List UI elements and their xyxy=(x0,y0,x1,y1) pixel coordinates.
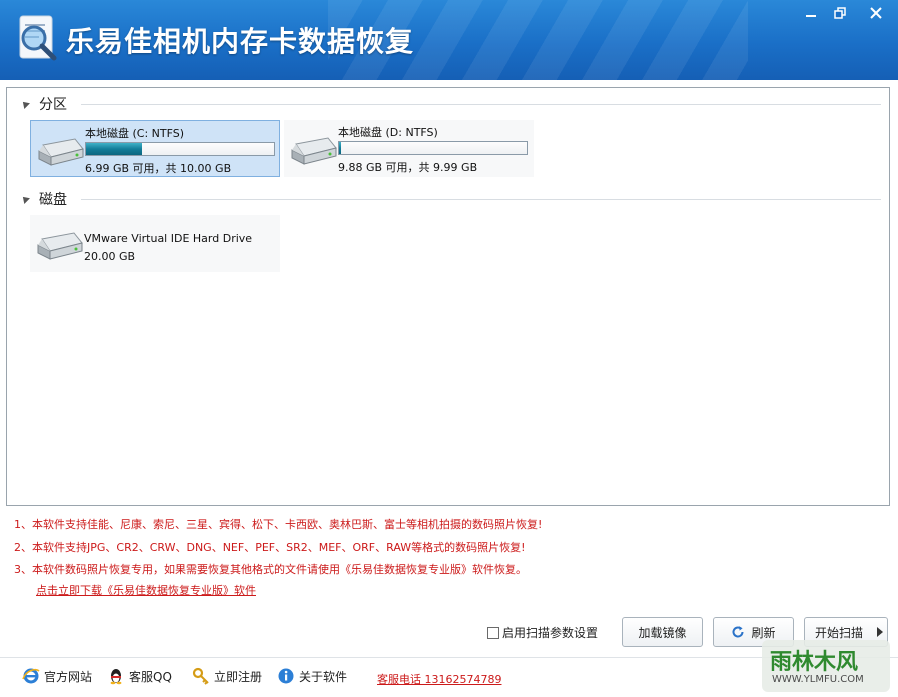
load-image-label: 加载镜像 xyxy=(638,625,687,640)
info-icon xyxy=(278,668,294,684)
customer-qq-label: 客服QQ xyxy=(129,669,172,684)
official-website-label: 官方网站 xyxy=(44,669,93,684)
about-software-label: 关于软件 xyxy=(299,669,348,684)
title-bar: 乐易佳相机内存卡数据恢复 xyxy=(0,0,898,80)
partition-usage-bar xyxy=(85,142,275,156)
watermark-url: WWW.YLMFU.COM xyxy=(772,674,864,685)
partition-card-c[interactable]: 本地磁盘 (C: NTFS) 6.99 GB 可用，共 10.00 GB xyxy=(30,120,280,177)
note-2: 2、本软件支持JPG、CR2、CRW、DNG、NEF、PEF、SR2、MEF、O… xyxy=(14,541,526,554)
partitions-header-label: 分区 xyxy=(39,97,67,113)
scan-settings-checkbox[interactable]: 启用扫描参数设置 xyxy=(487,624,598,641)
scan-settings-label: 启用扫描参数设置 xyxy=(502,626,599,640)
collapse-arrow-icon xyxy=(20,99,30,109)
refresh-label: 刷新 xyxy=(751,625,776,640)
start-scan-label: 开始扫描 xyxy=(815,625,864,640)
hard-drive-icon xyxy=(291,137,337,165)
group-divider xyxy=(81,199,881,200)
disk-name: VMware Virtual IDE Hard Drive xyxy=(84,232,253,245)
minimize-button[interactable] xyxy=(797,2,825,24)
hard-drive-icon xyxy=(38,138,84,166)
disk-card-vmware[interactable]: VMware Virtual IDE Hard Drive 20.00 GB xyxy=(30,215,280,272)
load-image-button[interactable]: 加载镜像 xyxy=(622,617,703,647)
download-pro-link[interactable]: 点击立即下载《乐易佳数据恢复专业版》软件 xyxy=(36,582,256,598)
partition-usage-bar xyxy=(338,141,528,155)
partition-card-d[interactable]: 本地磁盘 (D: NTFS) 9.88 GB 可用，共 9.99 GB xyxy=(284,120,534,177)
customer-qq-link[interactable]: 客服QQ xyxy=(107,667,172,685)
support-hotline[interactable]: 客服电话 13162574789 xyxy=(377,671,501,687)
minimize-icon xyxy=(806,15,816,17)
key-icon xyxy=(192,667,209,685)
partition-name: 本地磁盘 (C: NTFS) xyxy=(85,127,185,140)
partitions-group-header[interactable]: 分区 xyxy=(20,94,67,114)
disks-group-header[interactable]: 磁盘 xyxy=(20,189,67,209)
checkbox-icon[interactable] xyxy=(487,626,499,639)
usage-fill xyxy=(86,143,143,155)
about-software-link[interactable]: 关于软件 xyxy=(277,667,347,685)
partition-capacity: 9.88 GB 可用，共 9.99 GB xyxy=(338,161,478,174)
note-1: 1、本软件支持佳能、尼康、索尼、三星、宾得、松下、卡西欧、奥林巴斯、富士等相机拍… xyxy=(14,518,543,531)
refresh-icon xyxy=(733,626,744,638)
disks-header-label: 磁盘 xyxy=(39,192,67,208)
register-now-link[interactable]: 立即注册 xyxy=(192,667,262,685)
collapse-arrow-icon xyxy=(20,194,30,204)
watermark-brand: 雨林木风 xyxy=(770,650,859,675)
close-button[interactable] xyxy=(862,2,890,24)
site-watermark: 雨林木风 WWW.YLMFU.COM xyxy=(762,640,890,692)
usage-fill xyxy=(339,142,341,154)
play-arrow-icon xyxy=(877,627,883,637)
close-icon xyxy=(870,7,882,19)
ie-browser-icon xyxy=(22,668,40,684)
official-website-link[interactable]: 官方网站 xyxy=(22,667,92,685)
note-3: 3、本软件数码照片恢复专用，如果需要恢复其他格式的文件请使用《乐易佳数据恢复专业… xyxy=(14,563,527,576)
app-logo-icon xyxy=(19,15,57,61)
restore-icon xyxy=(834,7,846,19)
partition-capacity: 6.99 GB 可用，共 10.00 GB xyxy=(85,162,232,175)
hard-drive-icon xyxy=(37,232,83,260)
disk-capacity: 20.00 GB xyxy=(84,250,136,263)
drive-list-panel: 分区 本地磁盘 (C: NTFS) 6.99 GB 可用，共 10.00 GB … xyxy=(6,87,890,506)
register-now-label: 立即注册 xyxy=(214,669,263,684)
partition-name: 本地磁盘 (D: NTFS) xyxy=(338,126,438,139)
group-divider xyxy=(81,104,881,105)
restore-button[interactable] xyxy=(826,2,854,24)
app-title: 乐易佳相机内存卡数据恢复 xyxy=(66,25,415,58)
qq-penguin-icon xyxy=(110,669,122,685)
